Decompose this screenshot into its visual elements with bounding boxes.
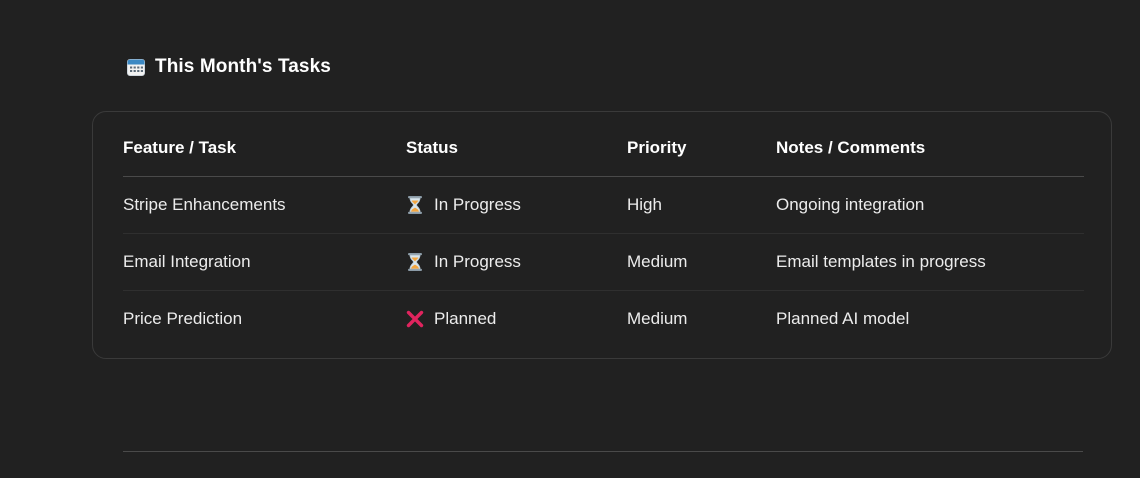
notes-cell: Ongoing integration — [776, 176, 1084, 234]
calendar-icon — [127, 59, 145, 76]
priority-cell: High — [627, 176, 776, 234]
column-header-priority[interactable]: Priority — [627, 120, 776, 177]
task-cell: Price Prediction — [123, 309, 243, 328]
status-cell: Planned — [406, 291, 627, 348]
table-row: Stripe Enhancements In Progress High Ong… — [123, 176, 1084, 234]
section-title: This Month's Tasks — [155, 56, 331, 77]
table-row: Email Integration In Progress Medium Ema… — [123, 233, 1084, 291]
column-header-task[interactable]: Feature / Task — [123, 120, 406, 177]
notes-cell: Planned AI model — [776, 309, 910, 328]
status-label: In Progress — [434, 252, 521, 271]
priority-cell: Medium — [627, 233, 776, 291]
task-cell: Stripe Enhancements — [123, 176, 406, 234]
notes-cell: Email templates in progress — [776, 233, 1084, 291]
horizontal-divider — [123, 451, 1083, 452]
status-label: Planned — [434, 309, 497, 328]
status-cell: In Progress — [406, 233, 627, 291]
section-heading: This Month's Tasks — [126, 54, 331, 80]
tasks-table-card: Feature / Task Status Priority Notes / C… — [92, 111, 1112, 359]
status-label: In Progress — [434, 195, 521, 214]
page: This Month's Tasks Feature / Task Status… — [0, 0, 1140, 478]
table-header-row: Feature / Task Status Priority Notes / C… — [123, 120, 1084, 177]
column-header-notes[interactable]: Notes / Comments — [776, 120, 1084, 177]
hourglass-icon — [408, 196, 422, 214]
task-cell: Email Integration — [123, 233, 406, 291]
hourglass-icon — [408, 253, 422, 271]
status-cell: In Progress — [406, 176, 627, 234]
priority-cell: Medium — [627, 309, 688, 328]
tasks-table: Feature / Task Status Priority Notes / C… — [123, 120, 1084, 347]
cross-mark-icon — [406, 310, 424, 328]
column-header-status[interactable]: Status — [406, 120, 627, 177]
table-row: Price Prediction Planned Medium Planned … — [123, 291, 1084, 348]
